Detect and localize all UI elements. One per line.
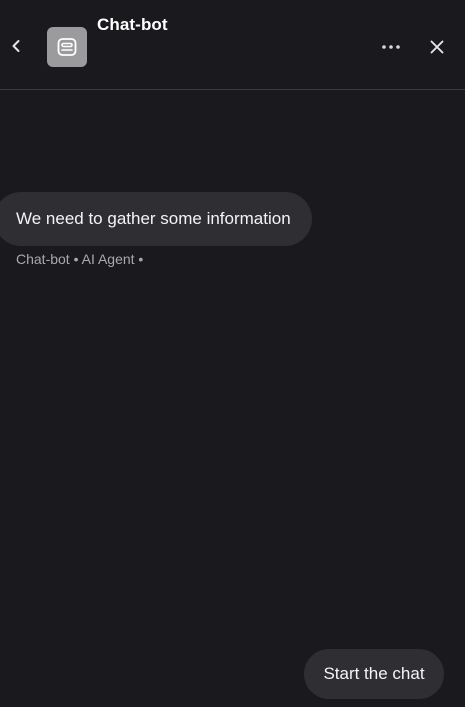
message-text: We need to gather some information bbox=[16, 209, 291, 228]
robot-icon bbox=[57, 38, 77, 56]
chat-header: Chat-bot bbox=[0, 0, 465, 90]
close-icon bbox=[430, 40, 444, 54]
more-horizontal-icon bbox=[382, 45, 400, 49]
bot-message-bubble: We need to gather some information bbox=[0, 192, 312, 246]
bot-avatar bbox=[47, 27, 87, 67]
back-button[interactable] bbox=[5, 33, 27, 59]
more-options-button[interactable] bbox=[378, 36, 404, 58]
close-button[interactable] bbox=[424, 34, 450, 60]
start-chat-button[interactable]: Start the chat bbox=[304, 649, 444, 699]
message-meta: Chat-bot • AI Agent • bbox=[16, 251, 144, 267]
chat-window: Chat-bot We need to gather some informat… bbox=[0, 0, 465, 707]
chat-title: Chat-bot bbox=[97, 15, 168, 34]
start-chat-label: Start the chat bbox=[323, 664, 425, 683]
chevron-left-icon bbox=[12, 40, 20, 52]
